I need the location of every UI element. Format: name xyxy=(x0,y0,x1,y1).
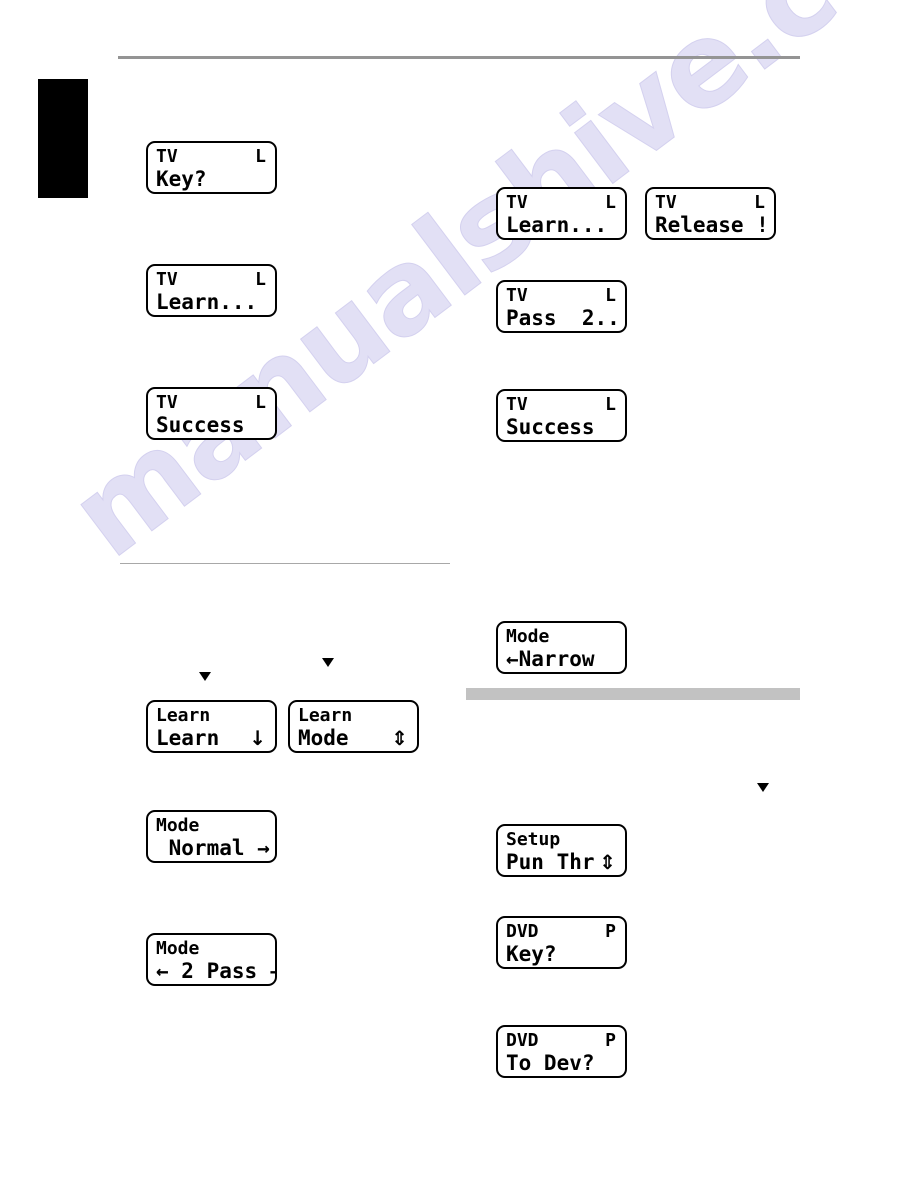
lcd-line-2: Pass 2.. xyxy=(506,306,620,330)
lcd-display-tv-release: TV Release ! L xyxy=(645,187,776,240)
section-heading-bar xyxy=(466,688,800,700)
lcd-line-1: Mode xyxy=(156,938,200,959)
lcd-mode-flag: L xyxy=(754,192,765,213)
lcd-mode-flag: L xyxy=(255,146,266,167)
lcd-display-mode-normal: Mode Normal → xyxy=(146,810,277,863)
lcd-line-1: Mode xyxy=(506,626,550,647)
lcd-line-2: Learn... xyxy=(506,213,608,237)
lcd-mode-flag: L xyxy=(605,394,616,415)
lcd-line-2: ←Narrow xyxy=(506,647,595,671)
up-down-arrow-icon: ⇕ xyxy=(391,726,408,750)
lcd-line-2: ← 2 Pass → xyxy=(156,959,277,983)
lcd-line-2: Success xyxy=(156,413,245,437)
lcd-mode-flag: L xyxy=(255,269,266,290)
down-arrow-icon: ↓ xyxy=(249,726,266,750)
lcd-display-dvd-key: DVD Key? P xyxy=(496,916,627,969)
section-divider-rule xyxy=(120,563,450,564)
lcd-display-learn-mode: Learn Mode ⇕ xyxy=(288,700,419,753)
lcd-display-tv-success-right: TV Success L xyxy=(496,389,627,442)
manual-page: manualshive.com TV Key? L TV Learn... L … xyxy=(0,0,918,1188)
lcd-line-2: Release ! xyxy=(655,213,769,237)
lcd-display-learn-learn: Learn Learn ↓ xyxy=(146,700,277,753)
lcd-line-1: Learn xyxy=(156,705,211,726)
lcd-line-1: Setup xyxy=(506,829,561,850)
lcd-line-2: Success xyxy=(506,415,595,439)
pointer-triangle-icon xyxy=(757,783,769,792)
lcd-mode-flag: L xyxy=(255,392,266,413)
lcd-line-2: Learn... xyxy=(156,290,258,314)
lcd-line-2: Key? xyxy=(506,942,557,966)
lcd-line-2: To Dev? xyxy=(506,1051,595,1075)
lcd-mode-flag: P xyxy=(605,921,616,942)
lcd-line-1: Mode xyxy=(156,815,200,836)
lcd-display-tv-success: TV Success L xyxy=(146,387,277,440)
lcd-display-tv-learn-right: TV Learn... L xyxy=(496,187,627,240)
lcd-mode-flag: P xyxy=(605,1030,616,1051)
lcd-line-2: Normal → xyxy=(156,836,270,860)
lcd-line-2: Key? xyxy=(156,167,207,191)
lcd-display-tv-key: TV Key? L xyxy=(146,141,277,194)
up-down-arrow-icon: ⇕ xyxy=(599,850,616,874)
section-tab-marker xyxy=(38,79,88,198)
lcd-display-mode-2pass: Mode ← 2 Pass → xyxy=(146,933,277,986)
lcd-display-mode-narrow: Mode ←Narrow xyxy=(496,621,627,674)
lcd-display-tv-learn: TV Learn... L xyxy=(146,264,277,317)
pointer-triangle-icon xyxy=(199,672,211,681)
header-rule xyxy=(118,56,800,59)
lcd-display-tv-pass2: TV Pass 2.. L xyxy=(496,280,627,333)
lcd-line-1: Learn xyxy=(298,705,353,726)
lcd-display-setup-punthr: Setup Pun Thr ⇕ xyxy=(496,824,627,877)
pointer-triangle-icon xyxy=(322,658,334,667)
lcd-mode-flag: L xyxy=(605,285,616,306)
lcd-mode-flag: L xyxy=(605,192,616,213)
lcd-display-dvd-todev: DVD To Dev? P xyxy=(496,1025,627,1078)
